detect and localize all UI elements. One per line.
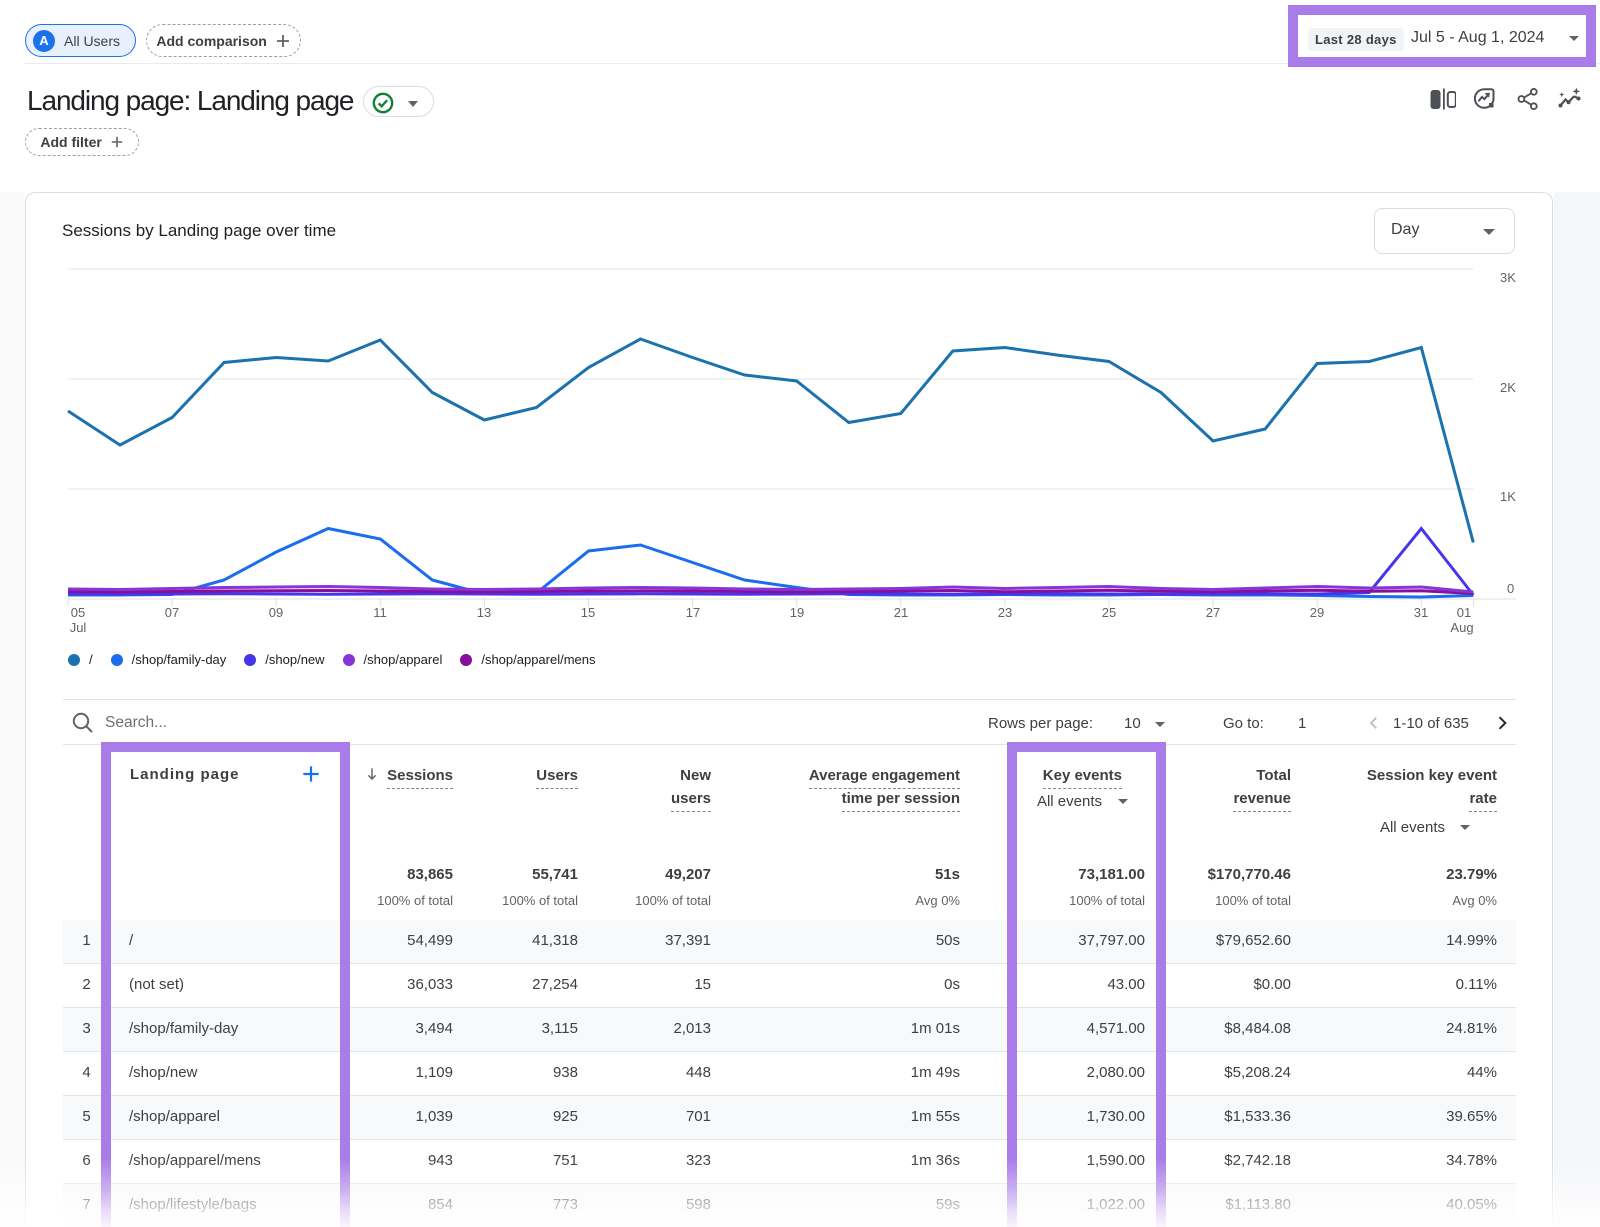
svg-text:29: 29 (1310, 605, 1324, 620)
svg-text:07: 07 (165, 605, 179, 620)
svg-text:11: 11 (373, 605, 387, 620)
svg-text:1K: 1K (1500, 489, 1516, 504)
svg-text:0: 0 (1507, 581, 1514, 596)
svg-text:17: 17 (686, 605, 700, 620)
svg-text:Aug: Aug (1450, 620, 1473, 635)
svg-text:19: 19 (790, 605, 804, 620)
svg-text:25: 25 (1102, 605, 1116, 620)
svg-text:09: 09 (269, 605, 283, 620)
svg-text:Jul: Jul (70, 620, 87, 635)
svg-text:21: 21 (894, 605, 908, 620)
svg-text:31: 31 (1414, 605, 1428, 620)
svg-text:27: 27 (1206, 605, 1220, 620)
svg-text:3K: 3K (1500, 270, 1516, 285)
svg-text:13: 13 (477, 605, 491, 620)
svg-text:01: 01 (1457, 605, 1471, 620)
svg-text:15: 15 (581, 605, 595, 620)
svg-text:23: 23 (998, 605, 1012, 620)
svg-text:05: 05 (71, 605, 85, 620)
svg-text:2K: 2K (1500, 380, 1516, 395)
